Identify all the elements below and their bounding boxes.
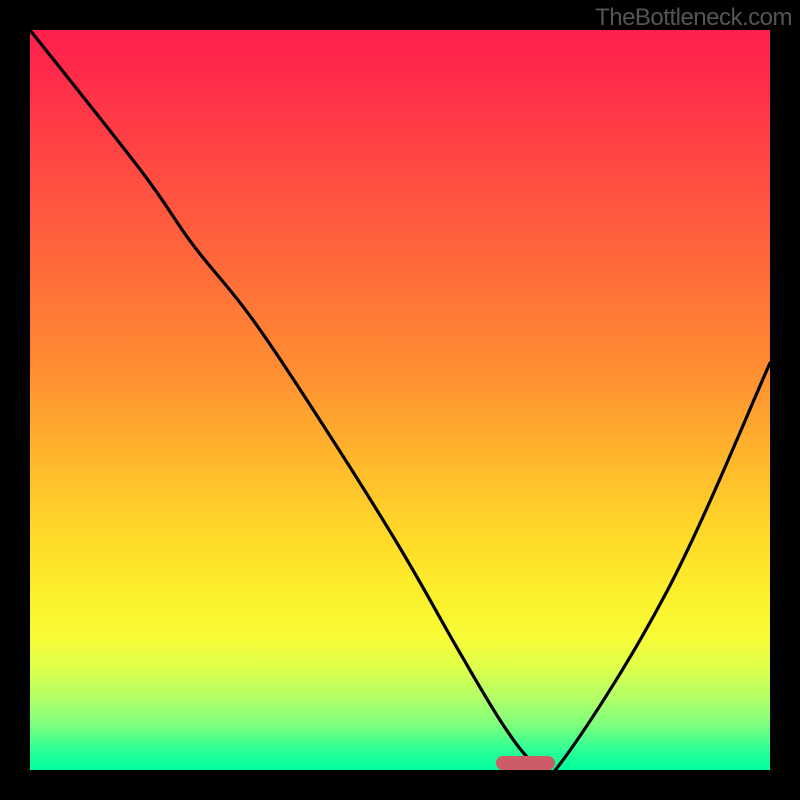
watermark-label: TheBottleneck.com <box>595 4 792 32</box>
plot-area <box>30 30 770 770</box>
bottleneck-curve-path <box>30 30 770 770</box>
bottleneck-curve <box>30 30 770 770</box>
optimal-range-marker <box>496 756 555 770</box>
chart-frame: TheBottleneck.com <box>0 0 800 800</box>
